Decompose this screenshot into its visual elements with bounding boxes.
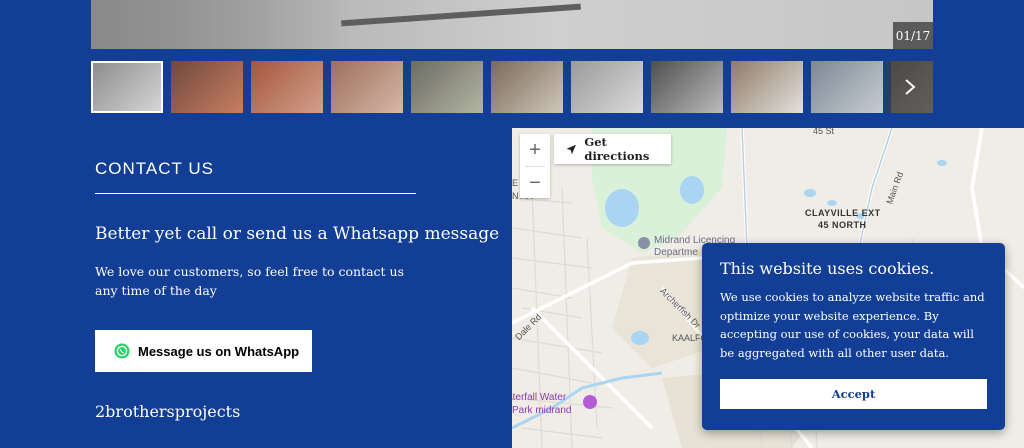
cookie-title: This website uses cookies. [720,259,935,278]
gallery-thumbnail[interactable] [811,61,883,113]
map-label: E [512,178,519,188]
get-directions-label: Get directions [584,135,650,163]
gallery-thumbnail[interactable] [251,61,323,113]
gallery-thumbnail[interactable] [331,61,403,113]
gallery-thumbnail[interactable] [731,61,803,113]
thumbnails-next-button[interactable] [886,61,933,113]
contact-heading: CONTACT US [95,159,214,178]
gallery-thumbnail[interactable] [651,61,723,113]
contact-text: We love our customers, so feel free to c… [95,264,404,298]
map-label-waterpark: Park midrand [512,405,572,416]
whatsapp-icon [114,343,130,359]
image-detail [341,3,581,27]
gallery-thumbnail[interactable] [571,61,643,113]
cookie-text: We use cookies to analyze website traffi… [720,290,985,360]
gallery-counter: 01/17 [893,22,933,49]
gallery-thumbnail[interactable] [491,61,563,113]
whatsapp-button-label: Message us on WhatsApp [138,343,300,359]
image-shadow [91,0,351,49]
contact-divider [95,193,416,194]
get-directions-button[interactable]: Get directions [554,134,671,164]
whatsapp-button[interactable]: Message us on WhatsApp [95,330,312,372]
cookie-banner: This website uses cookies. We use cookie… [702,243,1005,430]
gallery-main-image[interactable]: 01/17 [91,0,933,49]
chevron-right-icon [904,79,916,95]
zoom-out-button[interactable]: − [520,167,550,199]
contact-subheading: Better yet call or send us a Whatsapp me… [95,224,500,244]
navigation-arrow-icon [566,144,576,154]
map-label-waterpark: Waterfall Water [512,392,567,403]
gallery-thumbnail[interactable] [411,61,483,113]
map-label-clayville: 45 NORTH [818,220,867,230]
gallery-thumbnail[interactable] [91,61,163,113]
gallery-thumbnail[interactable] [171,61,243,113]
map-zoom-control: + − [520,134,550,198]
gallery-thumbnails [91,61,933,113]
company-name: 2brothersprojects [95,402,241,421]
map-label-licencing: Departme [654,247,698,258]
map-label-street: 45 St [813,128,835,136]
map-label-clayville: CLAYVILLE EXT [805,208,881,218]
cookie-accept-button[interactable]: Accept [720,379,987,409]
zoom-in-button[interactable]: + [520,134,550,166]
